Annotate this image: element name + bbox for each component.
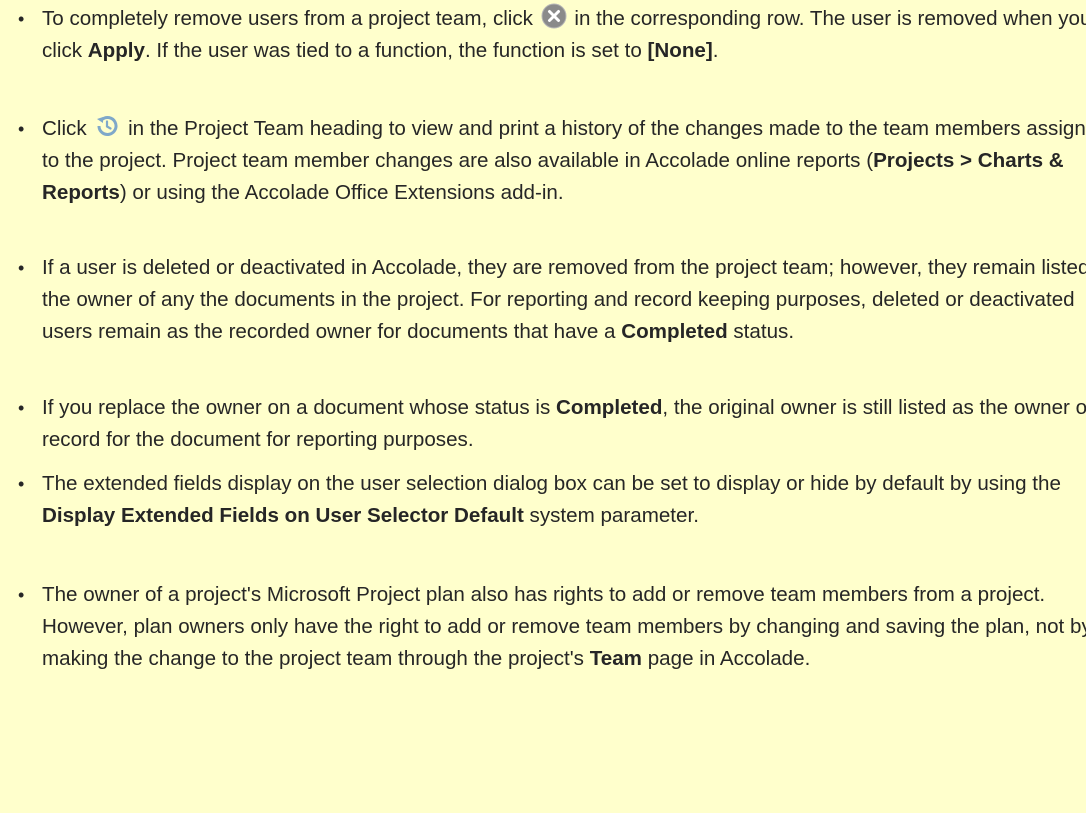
bullet: • [18,258,25,278]
none-label: [None] [647,39,713,62]
list-item: • If you replace the owner on a document… [0,392,1086,456]
completed-label: Completed [556,396,663,419]
completed-label: Completed [621,320,728,343]
remove-circle-icon [541,3,567,29]
list-item-text: The owner of a project's Microsoft Proje… [42,583,1086,670]
list-item-text: Click in the Project Team heading to vie… [42,116,1086,204]
list-item-text: If you replace the owner on a document w… [42,396,1086,451]
list-item: • If a user is deleted or deactivated in… [0,252,1086,348]
list-item-text: To completely remove users from a projec… [42,3,1086,62]
list-item: • To completely remove users from a proj… [0,3,1086,67]
list-item: • The owner of a project's Microsoft Pro… [0,579,1086,675]
system-parameter-label: Display Extended Fields on User Selector… [42,504,524,527]
list-item-text: If a user is deleted or deactivated in A… [42,256,1086,343]
help-page: • To completely remove users from a proj… [0,0,1086,813]
bullet: • [18,119,25,139]
list-item: • The extended fields display on the use… [0,468,1086,532]
history-icon [94,113,120,139]
list-item: • Click in the Project Team heading to v… [0,113,1086,209]
bullet: • [18,585,25,605]
list-item-text: The extended fields display on the user … [42,472,1061,527]
team-label: Team [589,647,642,670]
bullet: • [18,474,25,494]
apply-label: Apply [87,39,145,62]
bullet: • [18,398,25,418]
bullet: • [18,9,25,29]
